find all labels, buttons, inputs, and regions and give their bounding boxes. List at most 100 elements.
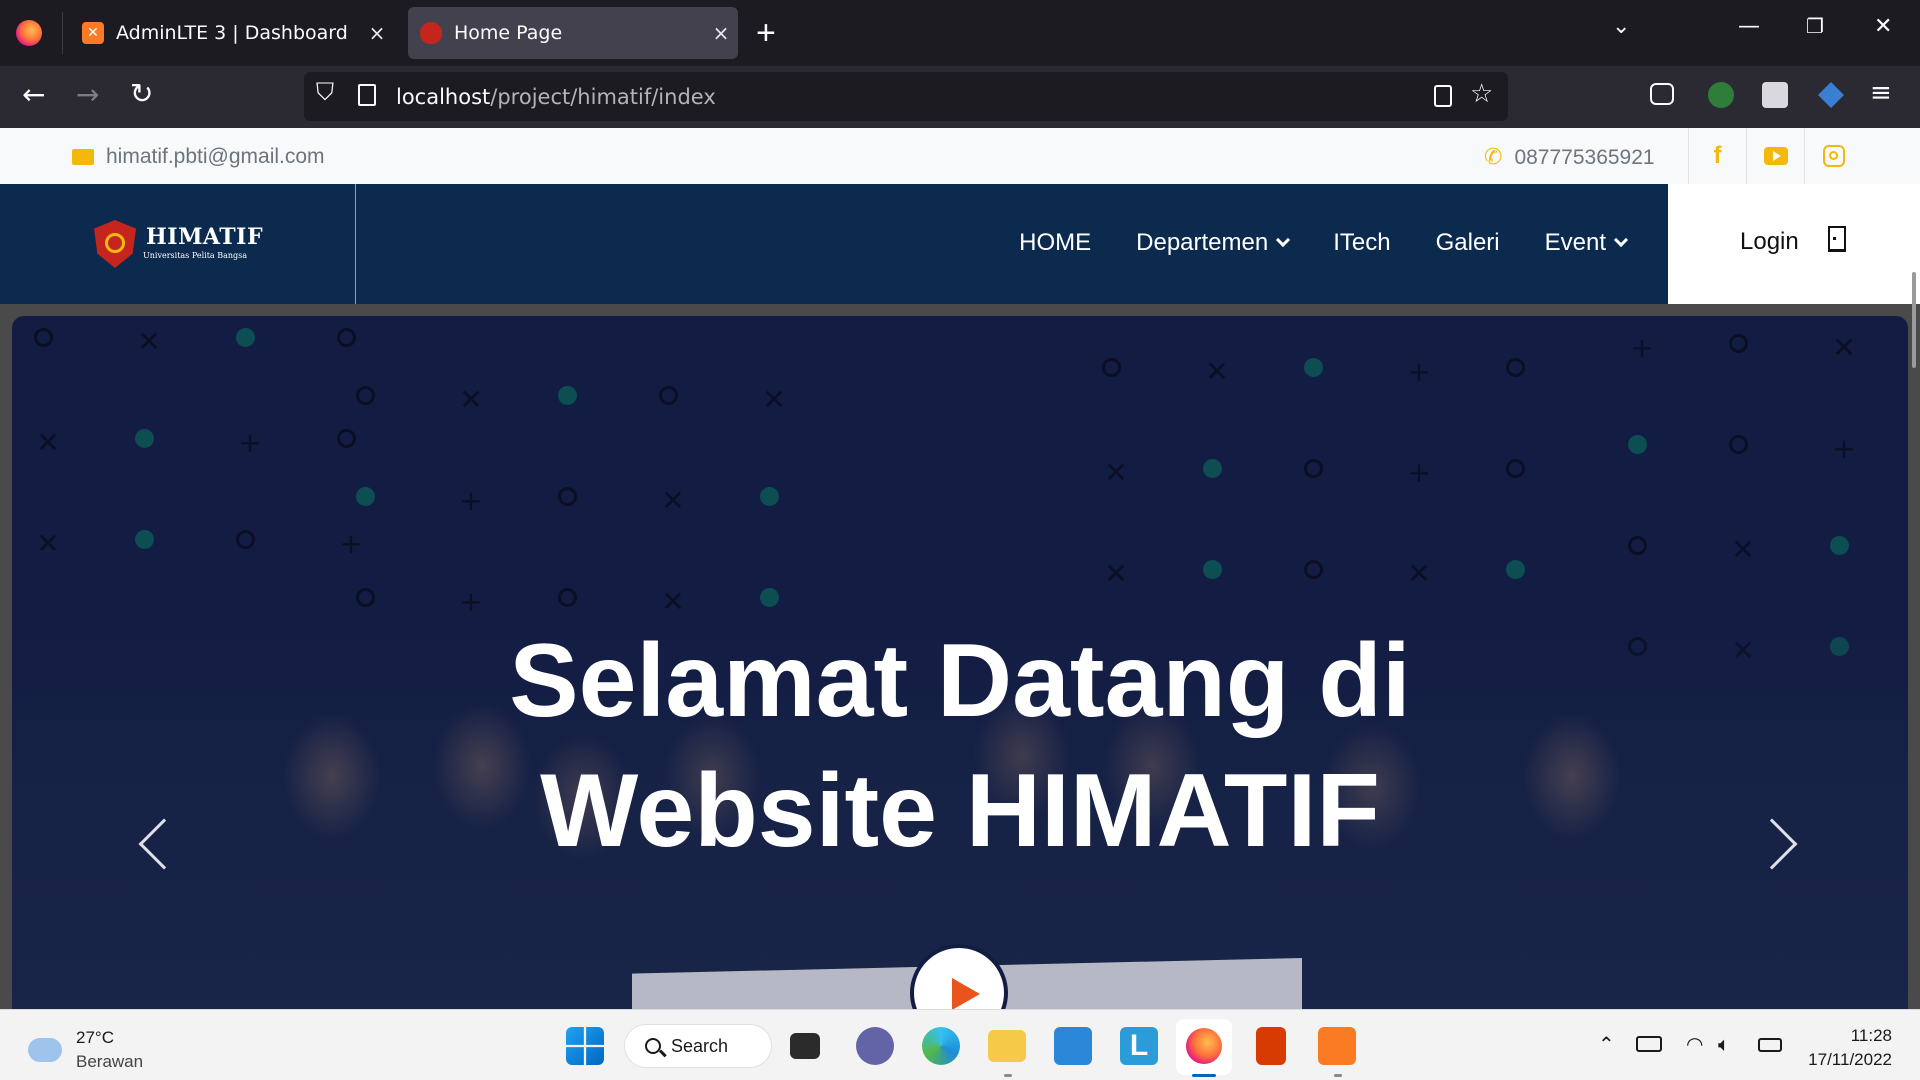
forward-arrow-icon[interactable]: → [76,78,99,111]
pattern-ring [1628,536,1647,555]
email-text: himatif.pbti@gmail.com [106,145,325,168]
pattern-dot [135,530,154,549]
pattern-cross: ✕ [1832,331,1856,364]
weather-widget[interactable]: 27°C Berawan [28,1026,143,1074]
taskbar-search[interactable]: Search [624,1024,772,1068]
restore-window-icon[interactable]: ❐ [1806,14,1824,38]
pattern-ring [1729,435,1748,454]
login-button[interactable]: Login [1668,184,1920,304]
mail-icon[interactable] [1054,1027,1092,1065]
contact-phone[interactable]: ✆ 087775365921 [1484,145,1655,170]
pattern-cross: ✕ [661,585,685,618]
list-all-tabs-icon[interactable]: ⌄ [1612,14,1630,39]
tab-label: AdminLTE 3 | Dashboard [116,22,348,44]
instagram-icon [1822,145,1845,167]
pattern-dot [1628,435,1647,454]
himatif-logo-icon[interactable] [94,220,136,268]
pattern-dot [236,328,255,347]
pattern-dot [760,487,779,506]
nav-event-label: Event [1544,229,1606,256]
profile-extension-icon[interactable] [1762,82,1788,108]
edge-browser-icon[interactable] [922,1027,960,1065]
pattern-plus: + [339,527,363,560]
extension-icon[interactable] [1708,82,1734,108]
file-explorer-icon[interactable] [988,1030,1026,1062]
url-text[interactable]: localhost/project/himatif/index [396,85,716,109]
back-arrow-icon[interactable]: ← [22,78,45,111]
pattern-ring [356,386,375,405]
brand-divider [355,184,356,304]
close-window-icon[interactable]: ✕ [1874,14,1892,39]
contact-topbar: himatif.pbti@gmail.com ✆ 087775365921 f [0,128,1920,184]
pattern-ring [1729,334,1748,353]
windows-start-icon[interactable] [566,1027,604,1065]
reader-view-icon[interactable] [1434,85,1452,107]
brand-title[interactable]: HIMATIF [146,224,263,250]
pattern-cross: ✕ [36,527,60,560]
pattern-ring [1304,459,1323,478]
pattern-cross: ✕ [1407,557,1431,590]
wifi-icon[interactable]: ◠ [1686,1032,1703,1056]
firefox-taskbar-button[interactable] [1176,1019,1232,1075]
pattern-plus: + [459,585,483,618]
active-indicator [1192,1074,1216,1077]
pattern-dot [1304,358,1323,377]
hero-title-line-1: Selamat Datang di [509,623,1411,739]
pattern-ring [1506,459,1525,478]
volume-icon[interactable]: 🔈︎ [1718,1032,1730,1056]
teams-chat-icon[interactable] [856,1027,894,1065]
nav-itech-label: ITech [1333,229,1391,256]
himatif-icon [420,22,442,44]
cloudy-weather-icon [28,1030,62,1062]
nav-event[interactable]: Event [1544,229,1629,257]
pocket-icon[interactable] [1650,83,1674,105]
close-tab-icon[interactable]: × [704,21,738,45]
xampp-icon: ✕ [82,22,104,44]
app-l-icon[interactable]: L [1120,1027,1158,1065]
reload-icon[interactable]: ↻ [130,77,153,110]
hamburger-menu-icon[interactable]: ≡ [1870,78,1892,108]
new-tab-button[interactable]: + [756,14,776,52]
pattern-cross: ✕ [36,426,60,459]
shield-icon[interactable]: ⛉ [316,78,334,106]
minimize-window-icon[interactable]: — [1738,14,1760,39]
pattern-cross: ✕ [1205,355,1229,388]
contact-email[interactable]: himatif.pbti@gmail.com [72,145,325,169]
envelope-icon [72,149,94,165]
phone-icon: ✆ [1484,145,1503,170]
nav-departemen-label: Departemen [1136,229,1269,256]
url-host: localhost [396,85,491,109]
keyboard-icon[interactable] [1636,1036,1662,1052]
nav-galeri[interactable]: Galeri [1436,229,1500,257]
youtube-link[interactable] [1746,128,1804,184]
office-icon[interactable] [1256,1027,1286,1065]
chevron-down-icon [1613,232,1629,248]
firefox-menu-icon[interactable] [16,20,42,46]
pattern-cross: ✕ [459,383,483,416]
task-view-icon[interactable] [790,1033,820,1059]
nav-departemen[interactable]: Departemen [1136,229,1291,257]
pattern-cross: ✕ [1104,456,1128,489]
pattern-plus: + [1832,432,1856,465]
tab-adminlte-dashboard[interactable]: ✕ AdminLTE 3 | Dashboard × [70,7,394,59]
pattern-plus: + [1407,456,1431,489]
pattern-ring [1102,358,1121,377]
url-bar[interactable]: ⛉ localhost/project/himatif/index ☆ [304,72,1508,121]
instagram-link[interactable] [1804,128,1862,184]
xampp-taskbar-icon[interactable] [1318,1027,1356,1065]
battery-icon[interactable] [1758,1038,1782,1052]
pattern-cross: ✕ [661,484,685,517]
pattern-dot [558,386,577,405]
tab-home-page[interactable]: Home Page × [408,7,738,59]
translate-extension-icon[interactable] [1818,82,1844,108]
facebook-link[interactable]: f [1688,128,1746,184]
nav-itech[interactable]: ITech [1333,229,1390,257]
door-icon [1828,226,1846,252]
page-info-icon[interactable] [358,84,376,106]
taskbar-clock[interactable]: 11:28 17/11/2022 [1800,1024,1892,1072]
nav-home[interactable]: HOME [1019,229,1091,257]
show-hidden-icons-icon[interactable]: ⌃ [1598,1032,1615,1056]
bookmark-star-icon[interactable]: ☆ [1470,79,1493,109]
close-tab-icon[interactable]: × [360,21,394,45]
page-scrollbar[interactable] [1912,272,1916,368]
